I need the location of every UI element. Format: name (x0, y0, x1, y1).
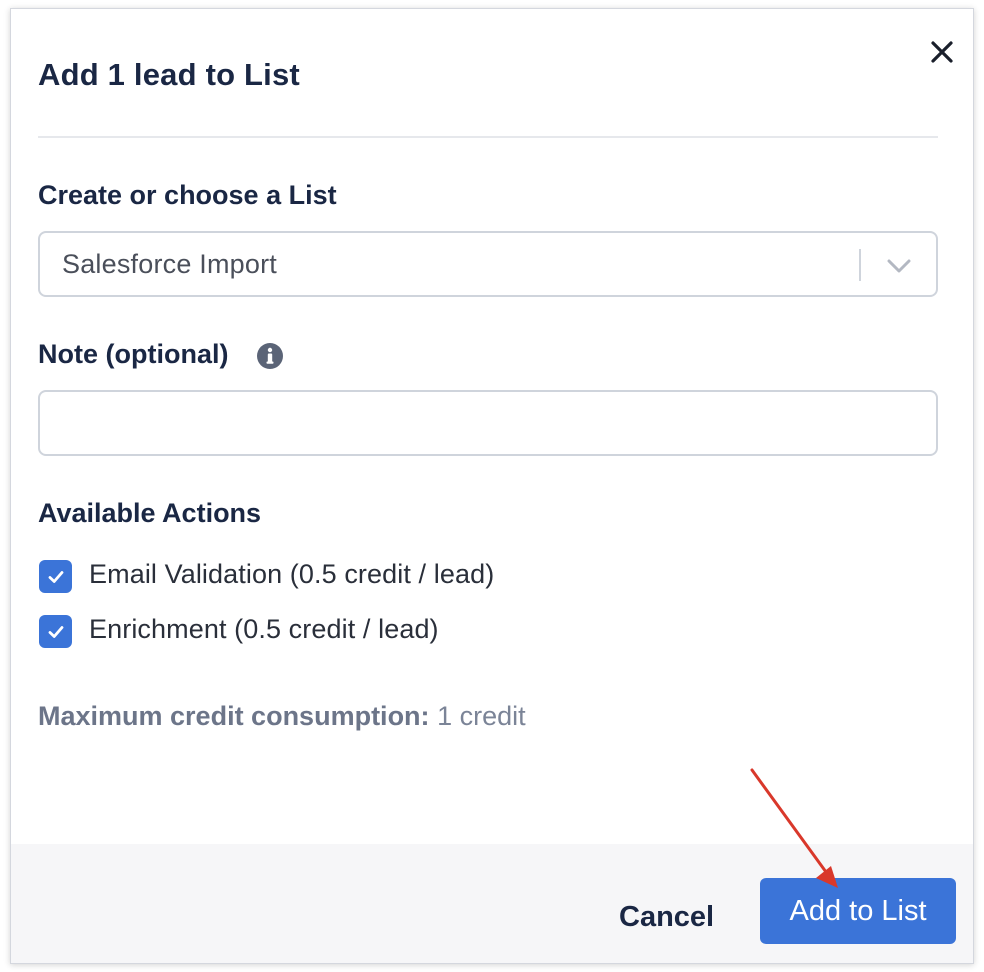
max-credit-consumption: Maximum credit consumption: 1 credit (38, 701, 526, 732)
info-icon[interactable] (256, 342, 284, 370)
list-select[interactable]: Salesforce Import (38, 231, 938, 297)
max-credit-value: 1 credit (437, 701, 526, 731)
max-credit-label: Maximum credit consumption: (38, 701, 430, 731)
note-label: Note (optional) (38, 339, 229, 369)
dialog-footer: Cancel Add to List (11, 844, 973, 963)
list-select-value: Salesforce Import (62, 249, 277, 279)
note-input[interactable] (38, 390, 938, 456)
add-to-list-button[interactable]: Add to List (760, 878, 956, 944)
check-icon (48, 570, 63, 583)
select-separator (859, 249, 861, 281)
check-icon (48, 625, 63, 638)
add-to-list-dialog: Add 1 lead to List Create or choose a Li… (10, 8, 974, 964)
email-validation-label[interactable]: Email Validation (0.5 credit / lead) (89, 559, 494, 590)
close-icon (931, 41, 953, 63)
chevron-down-icon[interactable] (884, 251, 914, 281)
list-select-label: Create or choose a List (38, 180, 337, 210)
header-divider (38, 136, 938, 138)
enrichment-checkbox[interactable] (39, 615, 72, 648)
available-actions-label: Available Actions (38, 498, 262, 528)
close-button[interactable] (927, 37, 957, 67)
dialog-title: Add 1 lead to List (38, 57, 300, 92)
email-validation-checkbox[interactable] (39, 560, 72, 593)
enrichment-label[interactable]: Enrichment (0.5 credit / lead) (89, 614, 439, 645)
cancel-button[interactable]: Cancel (601, 892, 732, 942)
